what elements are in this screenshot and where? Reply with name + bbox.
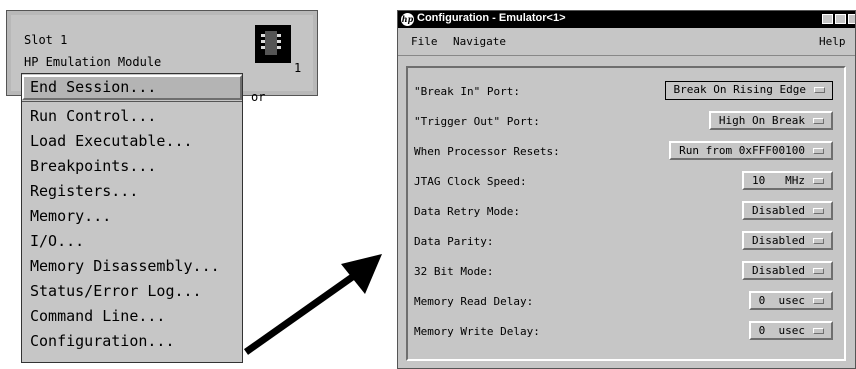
setting-jtag-clock-speed: JTAG Clock Speed: 10 MHz (408, 170, 848, 194)
memory-read-delay-option-menu[interactable]: 0 usec (748, 291, 833, 310)
option-value: Disabled (752, 204, 805, 217)
menu-navigate[interactable]: Navigate (453, 35, 506, 48)
option-value: Disabled (752, 234, 805, 247)
option-menu-indicator-icon (813, 118, 824, 124)
setting-label: Data Parity: (414, 235, 494, 248)
setting-memory-write-delay: Memory Write Delay: 0 usec (408, 320, 848, 344)
menu-item-end-session[interactable]: End Session... (22, 75, 242, 100)
option-menu-indicator-icon (813, 328, 824, 334)
menu-item-memory[interactable]: Memory... (22, 204, 242, 229)
emulator-popup-menu: End Session... Run Control... Load Execu… (21, 73, 243, 363)
menu-item-command-line[interactable]: Command Line... (22, 304, 242, 329)
hp-logo-icon: hp (401, 13, 414, 26)
option-value: 0 usec (758, 294, 805, 307)
menu-help[interactable]: Help (819, 35, 846, 48)
module-name: HP Emulation Module (24, 55, 162, 69)
setting-label: "Break In" Port: (414, 85, 520, 98)
maximize-icon[interactable] (835, 14, 846, 24)
window-title: Configuration - Emulator<1> (417, 12, 566, 24)
chip-pin (261, 40, 265, 43)
data-retry-mode-option-menu[interactable]: Disabled (742, 201, 833, 220)
menu-item-run-control[interactable]: Run Control... (22, 104, 242, 129)
option-menu-indicator-icon (813, 148, 824, 154)
menu-item-breakpoints[interactable]: Breakpoints... (22, 154, 242, 179)
setting-label: 32 Bit Mode: (414, 265, 494, 278)
menu-item-status-error-log[interactable]: Status/Error Log... (22, 279, 242, 304)
setting-data-parity: Data Parity: Disabled (408, 230, 848, 254)
processor-resets-option-menu[interactable]: Run from 0xFFF00100 (669, 141, 833, 160)
option-value: Break On Rising Edge (673, 83, 806, 96)
title-bar[interactable]: hp Configuration - Emulator<1> (398, 11, 855, 28)
menu-item-memory-disassembly[interactable]: Memory Disassembly... (22, 254, 242, 279)
setting-processor-resets: When Processor Resets: Run from 0xFFF001… (408, 140, 848, 164)
setting-label: "Trigger Out" Port: (414, 115, 540, 128)
menu-divider (22, 101, 242, 102)
jtag-clock-speed-option-menu[interactable]: 10 MHz (742, 171, 833, 190)
setting-label: Memory Read Delay: (414, 295, 534, 308)
minimize-icon[interactable] (822, 14, 833, 24)
option-menu-indicator-icon (814, 87, 825, 93)
memory-write-delay-option-menu[interactable]: 0 usec (748, 321, 833, 340)
break-in-port-option-menu[interactable]: Break On Rising Edge (664, 81, 833, 100)
chip-icon[interactable] (255, 25, 291, 63)
setting-label: Data Retry Mode: (414, 205, 520, 218)
chip-number: 1 (294, 61, 302, 75)
option-menu-indicator-icon (813, 238, 824, 244)
setting-32-bit-mode: 32 Bit Mode: Disabled (408, 260, 848, 284)
menu-file[interactable]: File (411, 35, 438, 48)
occluded-label-fragment: or (251, 90, 266, 104)
option-value: Run from 0xFFF00100 (679, 144, 805, 157)
menu-item-load-executable[interactable]: Load Executable... (22, 129, 242, 154)
option-value: 10 MHz (752, 174, 805, 187)
setting-memory-read-delay: Memory Read Delay: 0 usec (408, 290, 848, 314)
chip-body (265, 31, 277, 55)
pointer-arrow (243, 254, 382, 355)
setting-label: When Processor Resets: (414, 145, 560, 158)
menu-item-io[interactable]: I/O... (22, 229, 242, 254)
option-value: 0 usec (758, 324, 805, 337)
chip-pin (277, 46, 281, 49)
chip-pin (277, 34, 281, 37)
menu-item-configuration[interactable]: Configuration... (22, 329, 242, 354)
option-menu-indicator-icon (813, 178, 824, 184)
chip-pin (261, 34, 265, 37)
menu-item-registers[interactable]: Registers... (22, 179, 242, 204)
setting-data-retry-mode: Data Retry Mode: Disabled (408, 200, 848, 224)
trigger-out-port-option-menu[interactable]: High On Break (708, 111, 833, 130)
chip-pin (277, 40, 281, 43)
setting-label: JTAG Clock Speed: (414, 175, 527, 188)
configuration-window: hp Configuration - Emulator<1> File Navi… (397, 10, 856, 369)
chip-pin (261, 46, 265, 49)
option-menu-indicator-icon (813, 268, 824, 274)
menu-bar: File Navigate Help (398, 28, 855, 56)
option-menu-indicator-icon (813, 208, 824, 214)
setting-label: Memory Write Delay: (414, 325, 540, 338)
settings-panel: "Break In" Port: Break On Rising Edge "T… (406, 66, 846, 361)
close-icon[interactable] (848, 14, 855, 24)
data-parity-option-menu[interactable]: Disabled (742, 231, 833, 250)
bit-mode-option-menu[interactable]: Disabled (742, 261, 833, 280)
option-menu-indicator-icon (813, 298, 824, 304)
setting-break-in-port: "Break In" Port: Break On Rising Edge (408, 80, 848, 104)
slot-label: Slot 1 (24, 33, 68, 47)
option-value: High On Break (718, 114, 805, 127)
option-value: Disabled (752, 264, 805, 277)
setting-trigger-out-port: "Trigger Out" Port: High On Break (408, 110, 848, 134)
